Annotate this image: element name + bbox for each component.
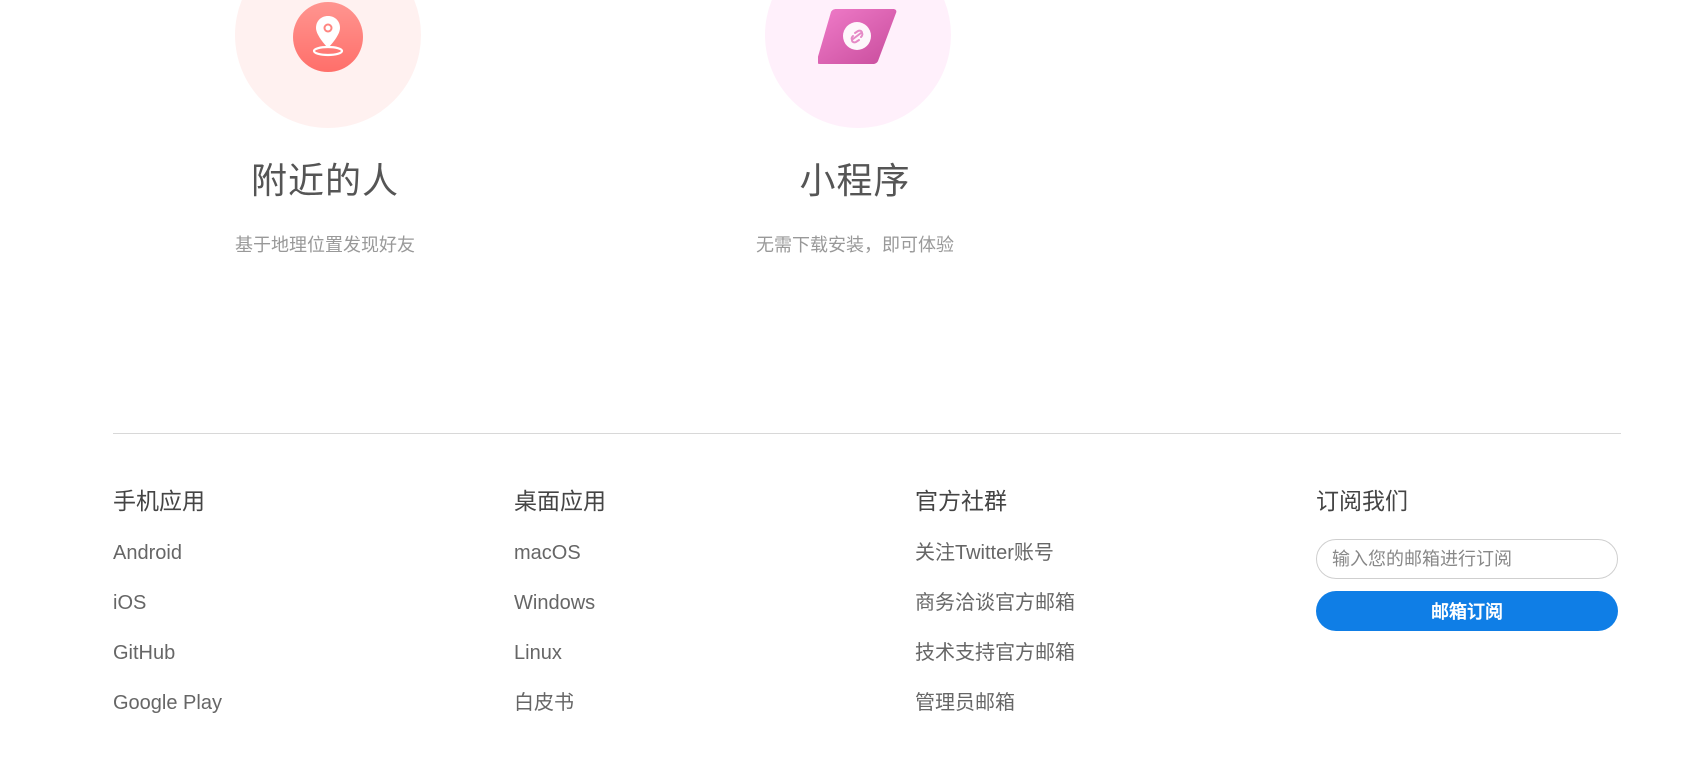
column-heading: 桌面应用: [514, 489, 606, 515]
feature-title: 附近的人: [250, 161, 399, 202]
link-business-email[interactable]: 商务洽谈官方邮箱: [915, 588, 1075, 618]
link-card-icon: [818, 9, 897, 64]
subscribe-button[interactable]: 邮箱订阅: [1316, 591, 1618, 631]
email-subscribe-input[interactable]: [1316, 539, 1618, 579]
footer-column-desktop-apps: 桌面应用 macOS Windows Linux 白皮书: [514, 488, 606, 738]
link-list: Android iOS GitHub Google Play: [113, 538, 222, 738]
page: 附近的人 基于地理位置发现好友 小程序 无需下载安装，即可体验 手机应用 And…: [0, 0, 1700, 769]
feature-description: 基于地理位置发现好友: [235, 235, 415, 256]
link-twitter[interactable]: 关注Twitter账号: [915, 538, 1054, 568]
feature-description: 无需下载安装，即可体验: [756, 235, 954, 256]
footer-column-community: 官方社群 关注Twitter账号 商务洽谈官方邮箱 技术支持官方邮箱 管理员邮箱: [915, 488, 1075, 738]
link-android[interactable]: Android: [113, 538, 182, 568]
footer-column-mobile-apps: 手机应用 Android iOS GitHub Google Play: [113, 488, 222, 738]
feature-title: 小程序: [799, 161, 911, 202]
link-list: 关注Twitter账号 商务洽谈官方邮箱 技术支持官方邮箱 管理员邮箱: [915, 538, 1075, 738]
link-list: macOS Windows Linux 白皮书: [514, 538, 606, 738]
link-github[interactable]: GitHub: [113, 638, 175, 668]
link-google-play[interactable]: Google Play: [113, 688, 222, 718]
link-ios[interactable]: iOS: [113, 588, 146, 618]
link-admin-email[interactable]: 管理员邮箱: [915, 688, 1015, 718]
column-heading: 订阅我们: [1316, 489, 1408, 515]
location-pin-icon: [293, 2, 363, 72]
column-heading: 手机应用: [113, 489, 205, 515]
column-heading: 官方社群: [915, 489, 1007, 515]
link-macos[interactable]: macOS: [514, 538, 581, 568]
footer-divider: [113, 433, 1621, 434]
link-linux[interactable]: Linux: [514, 638, 562, 668]
link-whitepaper[interactable]: 白皮书: [514, 688, 574, 718]
footer-column-subscribe: 订阅我们 邮箱订阅: [1316, 488, 1618, 631]
link-windows[interactable]: Windows: [514, 588, 595, 618]
link-support-email[interactable]: 技术支持官方邮箱: [915, 638, 1075, 668]
